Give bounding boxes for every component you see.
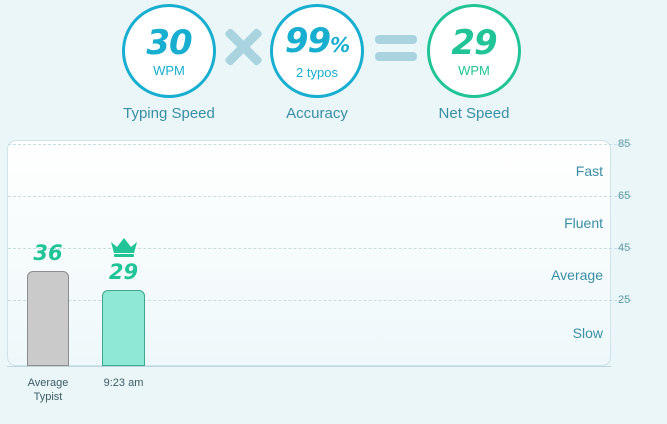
zone-slow: Slow bbox=[572, 325, 603, 341]
bar-value-current-test: 29 bbox=[108, 260, 139, 284]
y-tick-85: 85 bbox=[618, 138, 631, 150]
y-tick-45: 45 bbox=[618, 242, 631, 254]
accuracy-value: 99 bbox=[284, 20, 331, 61]
typing-speed-stat: 30 WPM Typing Speed bbox=[119, 4, 219, 122]
x-label-average-typist-line2: Typist bbox=[33, 391, 63, 403]
net-speed-stat: 29 WPM Net Speed bbox=[424, 4, 524, 122]
zone-fluent: Fluent bbox=[564, 215, 603, 231]
accuracy-circle: 99% 2 typos bbox=[270, 4, 364, 98]
net-speed-circle: 29 WPM bbox=[427, 4, 521, 98]
bar-value-average-typist: 36 bbox=[33, 241, 63, 265]
typing-speed-unit: WPM bbox=[153, 62, 185, 78]
accuracy-percent-sign: % bbox=[330, 32, 350, 57]
speed-chart-panel bbox=[7, 140, 611, 366]
bar-average-typist bbox=[27, 271, 69, 366]
y-tick-65: 65 bbox=[618, 190, 631, 202]
zone-fast: Fast bbox=[575, 163, 603, 179]
x-label-average-typist: Average Typist bbox=[8, 376, 88, 404]
crown-icon bbox=[110, 238, 137, 257]
net-speed-label: Net Speed bbox=[438, 105, 510, 122]
accuracy-value-wrap: 99% bbox=[284, 20, 350, 63]
x-label-average-typist-line1: Average bbox=[27, 377, 69, 389]
grid-line-65 bbox=[8, 196, 632, 197]
zone-average: Average bbox=[551, 267, 603, 283]
y-tick-25: 25 bbox=[618, 294, 631, 306]
net-speed-value: 29 bbox=[451, 22, 497, 63]
chart-baseline bbox=[7, 366, 611, 367]
accuracy-label: Accuracy bbox=[286, 105, 348, 122]
multiply-icon bbox=[224, 27, 263, 67]
net-speed-unit: WPM bbox=[458, 62, 490, 78]
grid-line-85 bbox=[8, 144, 632, 145]
equals-icon bbox=[375, 35, 417, 61]
x-label-current-test-line1: 9:23 am bbox=[103, 377, 144, 389]
typing-speed-circle: 30 WPM bbox=[122, 4, 216, 98]
grid-line-45 bbox=[8, 248, 632, 249]
x-label-current-test: 9:23 am bbox=[84, 376, 164, 390]
accuracy-stat: 99% 2 typos Accuracy bbox=[267, 4, 367, 122]
typing-speed-value: 30 bbox=[146, 22, 192, 63]
typing-speed-label: Typing Speed bbox=[123, 105, 215, 122]
accuracy-typos: 2 typos bbox=[296, 64, 338, 80]
bar-current-test bbox=[102, 290, 145, 366]
